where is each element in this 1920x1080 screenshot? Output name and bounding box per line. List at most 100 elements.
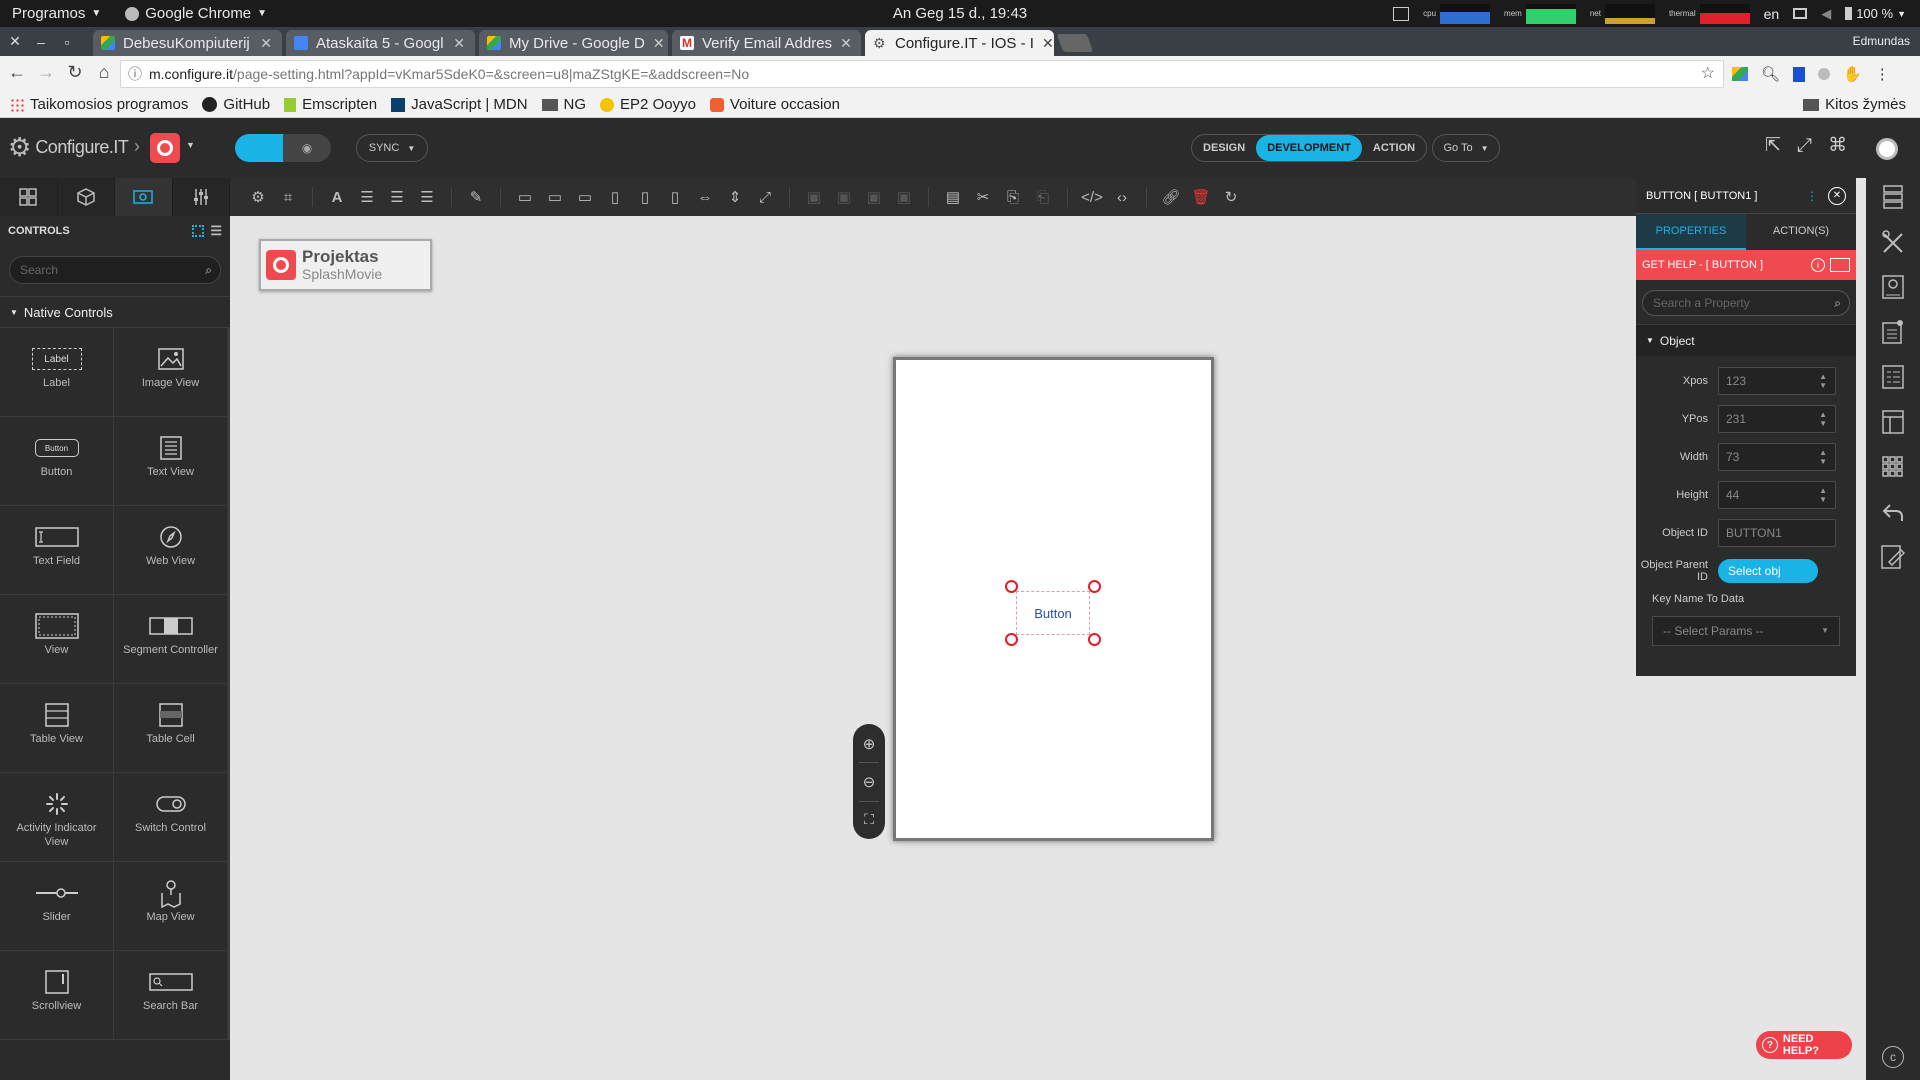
info-icon[interactable]: ⓘ	[128, 61, 142, 87]
align-top-icon[interactable]: ▭	[515, 187, 535, 207]
stepper-icon[interactable]: ▲ ▼	[1819, 410, 1827, 428]
url-bar[interactable]: ⓘ m.configure.it/page-setting.html?appId…	[120, 60, 1724, 88]
width-input[interactable]: 73 ▲ ▼	[1718, 443, 1836, 471]
chrome-menu-icon[interactable]: ⋮	[1875, 65, 1890, 83]
zoom-in-icon[interactable]: ⊕	[863, 735, 876, 753]
selected-button[interactable]: Button	[1005, 580, 1101, 646]
form-list-icon[interactable]	[1882, 364, 1904, 390]
goto-dropdown[interactable]: Go To ▼	[1432, 134, 1500, 162]
control-table-view[interactable]: Table View	[0, 684, 113, 773]
minimize-icon[interactable]: –	[30, 34, 52, 50]
apple-icon[interactable]	[235, 134, 283, 162]
browser-tab[interactable]: My Drive - Google D ✕	[479, 30, 668, 56]
other-bookmarks[interactable]: Kitos žymės	[1803, 96, 1906, 113]
video-icon[interactable]	[1830, 258, 1850, 272]
copy-icon[interactable]: ⎘	[1003, 187, 1023, 207]
control-segment-controller[interactable]: Segment Controller	[114, 595, 227, 684]
browser-tab[interactable]: Ataskaita 5 - Googl ✕	[286, 30, 475, 56]
mode-design[interactable]: DESIGN	[1192, 135, 1256, 161]
controls-search-input[interactable]: Search ⌕	[9, 256, 221, 284]
browser-tab[interactable]: DebesuKompiuterij ✕	[93, 30, 282, 56]
bookmark-voiture[interactable]: Voiture occasion	[709, 96, 840, 113]
property-search-input[interactable]: Search a Property ⌕	[1642, 290, 1850, 316]
font-icon[interactable]: A	[327, 187, 347, 207]
control-slider[interactable]: Slider	[0, 862, 113, 951]
tab-properties[interactable]: PROPERTIES	[1636, 214, 1746, 250]
bookmark-github[interactable]: GitHub	[202, 96, 270, 113]
distribute-v-icon[interactable]: ⇕	[725, 187, 745, 207]
image-settings-icon[interactable]	[1882, 274, 1904, 300]
close-window-icon[interactable]: ✕	[4, 33, 26, 50]
close-tab-icon[interactable]: ✕	[1042, 35, 1054, 52]
bookmark-emscripten[interactable]: Emscripten	[284, 96, 377, 113]
grid-list-icon[interactable]	[1882, 184, 1904, 210]
bookmark-star-icon[interactable]: ☆	[1701, 61, 1715, 87]
edit-document-icon[interactable]	[1881, 544, 1905, 570]
object-section-header[interactable]: ▼ Object	[1636, 324, 1856, 356]
crop-icon[interactable]: ⌗	[278, 187, 298, 207]
command-icon[interactable]: ⌘	[1828, 134, 1847, 157]
grid-view-icon[interactable]	[192, 225, 205, 237]
mode-development[interactable]: DEVELOPMENT	[1256, 135, 1362, 161]
cut-icon[interactable]: ✂	[973, 187, 993, 207]
apps-grid-icon[interactable]	[1882, 454, 1904, 480]
sliders-tab-icon[interactable]	[173, 178, 230, 216]
params-select[interactable]: -- Select Params -- ▼	[1652, 616, 1840, 646]
align-bottom-icon[interactable]: ▭	[575, 187, 595, 207]
fit-screen-icon[interactable]: ⛶	[864, 811, 874, 828]
trash-icon[interactable]: 🗑︎	[1191, 187, 1211, 207]
tools-icon[interactable]	[1881, 229, 1905, 255]
android-icon[interactable]: ◉	[283, 134, 331, 162]
control-web-view[interactable]: Web View	[114, 506, 227, 595]
cube-tab-icon[interactable]	[58, 178, 115, 216]
resize-handle[interactable]	[1088, 580, 1101, 593]
stepper-icon[interactable]: ▲ ▼	[1819, 448, 1827, 466]
object-id-input[interactable]: BUTTON1	[1718, 519, 1836, 547]
control-activity-indicator[interactable]: Activity Indicator View	[0, 773, 113, 862]
document-badge-icon[interactable]	[1882, 319, 1904, 345]
user-avatar[interactable]	[1876, 138, 1898, 160]
stepper-icon[interactable]: ▲ ▼	[1819, 486, 1827, 504]
resize-handle[interactable]	[1005, 633, 1018, 646]
pen-icon[interactable]: ✎	[466, 187, 486, 207]
close-tab-icon[interactable]: ✕	[453, 35, 465, 52]
control-scrollview[interactable]: Scrollview	[0, 951, 113, 1040]
zoom-extension-icon[interactable]: 🔍︎	[1761, 65, 1780, 83]
circle-extension-icon[interactable]	[1818, 68, 1831, 80]
native-controls-section[interactable]: ▼ Native Controls	[0, 296, 230, 328]
control-label[interactable]: Label Label	[0, 328, 113, 417]
grid-tab-icon[interactable]	[0, 178, 58, 216]
close-tab-icon[interactable]: ✕	[840, 35, 852, 52]
select-object-button[interactable]: Select obj	[1718, 559, 1818, 583]
tab-actions[interactable]: ACTION(S)	[1746, 214, 1856, 250]
bookmark-mdn[interactable]: JavaScript | MDN	[391, 96, 528, 113]
resize-handle[interactable]	[1088, 633, 1101, 646]
signpost-icon[interactable]: ⇱	[1765, 134, 1781, 157]
caret-down-icon[interactable]: ▼	[186, 140, 195, 150]
height-input[interactable]: 44 ▲ ▼	[1718, 481, 1836, 509]
language-indicator[interactable]: en	[1764, 6, 1780, 22]
link-icon[interactable]: 🔗︎	[1161, 187, 1181, 207]
ypos-input[interactable]: 231 ▲ ▼	[1718, 405, 1836, 433]
more-icon[interactable]: ⋮	[1806, 189, 1818, 203]
new-tab-button[interactable]	[1056, 34, 1094, 52]
home-icon[interactable]: ⌂	[91, 62, 117, 83]
bookmark-extension-icon[interactable]	[1793, 66, 1806, 82]
chrome-menu[interactable]: Google Chrome ▼	[113, 5, 279, 22]
project-card[interactable]: Projektas SplashMovie	[259, 239, 432, 291]
control-search-bar[interactable]: Search Bar	[114, 951, 227, 1040]
close-tab-icon[interactable]: ✕	[260, 35, 272, 52]
distribute-h-icon[interactable]: ⇔	[695, 187, 715, 207]
xpos-input[interactable]: 123 ▲ ▼	[1718, 367, 1836, 395]
save-icon[interactable]: ▤	[943, 187, 963, 207]
browser-tab-active[interactable]: ⚙ Configure.IT - IOS - I ✕	[865, 30, 1054, 56]
copyright-icon[interactable]: c	[1882, 1046, 1904, 1068]
control-view[interactable]: View	[0, 595, 113, 684]
maximize-icon[interactable]: ▫	[56, 34, 78, 50]
control-switch[interactable]: Switch Control	[114, 773, 227, 862]
resize-handle[interactable]	[1005, 580, 1018, 593]
stepper-icon[interactable]: ▲ ▼	[1819, 372, 1827, 390]
layout-icon[interactable]	[1882, 409, 1904, 435]
align-center-icon[interactable]: ☰	[387, 187, 407, 207]
window-icon[interactable]	[1793, 8, 1808, 19]
